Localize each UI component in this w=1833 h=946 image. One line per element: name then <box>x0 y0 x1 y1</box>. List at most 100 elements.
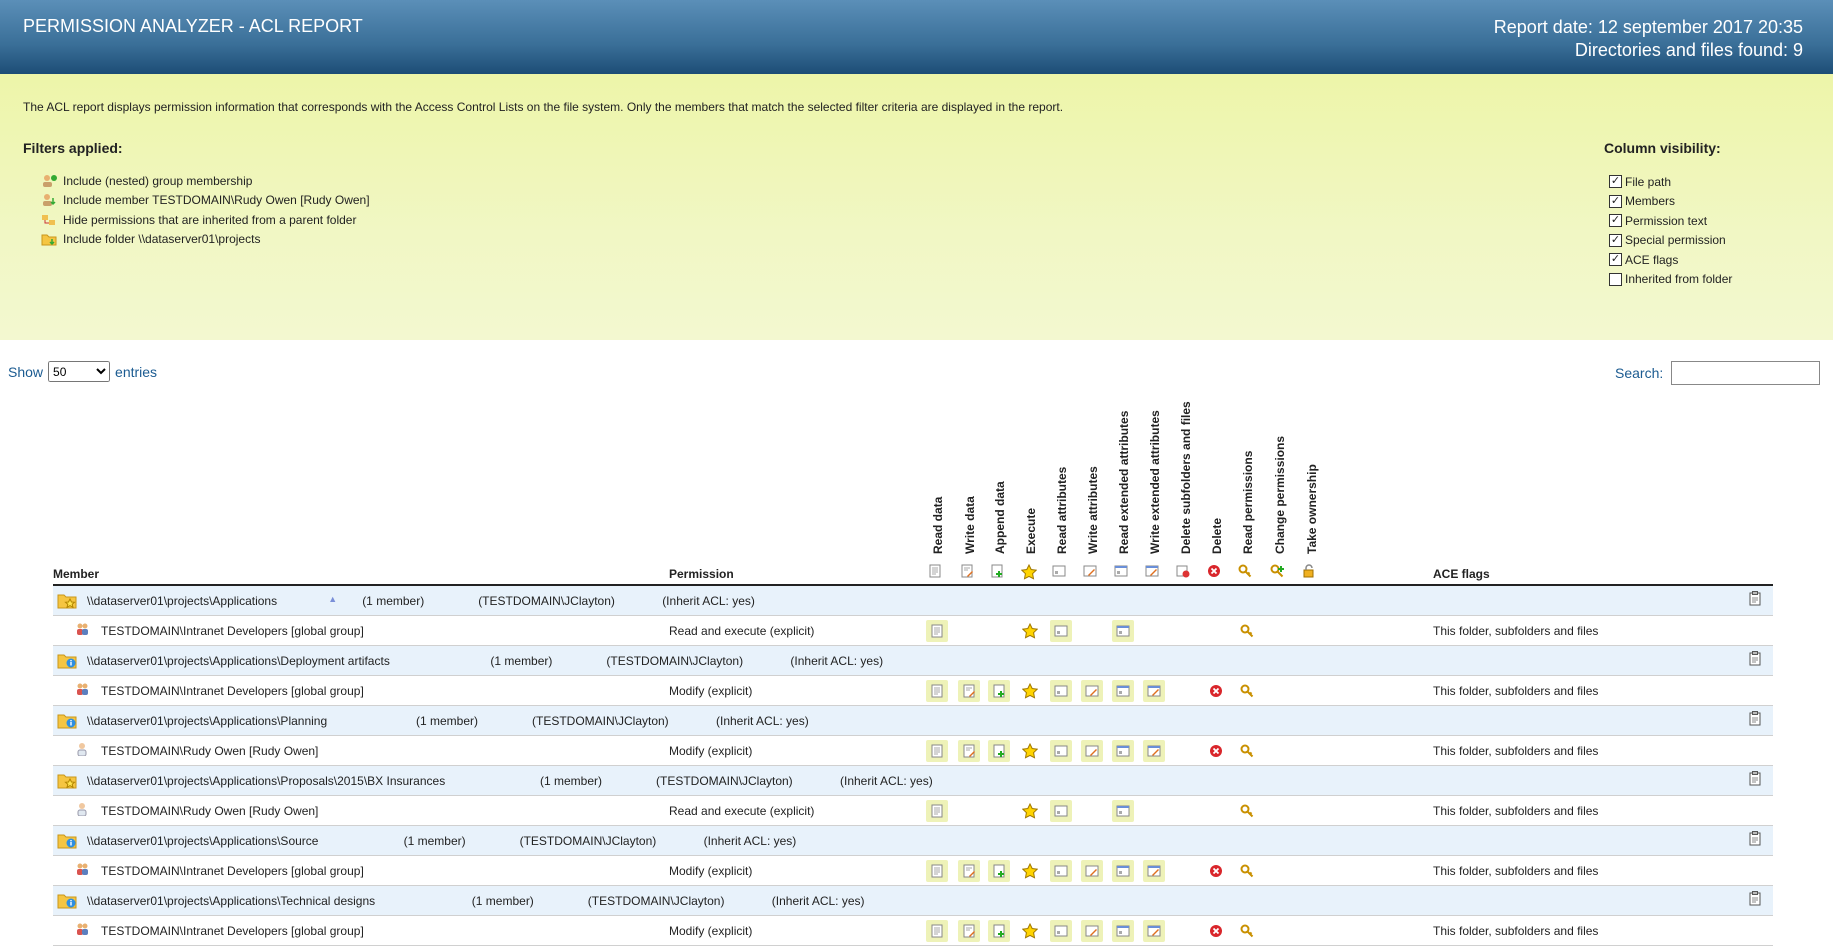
group-icon <box>75 682 89 696</box>
read-permissions-icon <box>1236 680 1258 702</box>
filter-item: Include member TESTDOMAIN\Rudy Owen [Rud… <box>41 191 370 211</box>
member-row[interactable]: TESTDOMAIN\Intranet Developers [global g… <box>53 916 1773 946</box>
folder-owner: (TESTDOMAIN\JClayton) <box>519 834 657 848</box>
write-attributes-icon <box>1081 920 1103 942</box>
table-body: \\dataserver01\projects\Applications ▲ (1 … <box>53 586 1773 946</box>
delete-icon <box>1205 860 1227 882</box>
write-data-icon <box>958 860 980 882</box>
folder-info-icon <box>57 712 77 729</box>
hide-inherited-icon <box>41 213 58 227</box>
folder-path: \\dataserver01\projects\Applications\Pla… <box>87 714 328 728</box>
member-count: (1 member) <box>490 654 553 668</box>
checkbox[interactable]: ✓ <box>1609 214 1622 228</box>
permission-column-header[interactable]: Write attributes <box>1085 394 1100 554</box>
append-data-icon <box>988 740 1010 762</box>
filter-item: Include (nested) group membership <box>41 171 370 191</box>
column-toggle[interactable]: ✓ Special permission <box>1609 231 1732 251</box>
column-toggle[interactable]: ✓ Members <box>1609 192 1732 212</box>
read-extended-attributes-icon <box>1114 564 1128 578</box>
permission-column-header[interactable]: Read data <box>930 394 945 554</box>
inherit-acl: (Inherit ACL: yes) <box>716 714 809 728</box>
permission-column-header[interactable]: Write extended attributes <box>1147 394 1162 554</box>
page-size-select[interactable]: 102550100 <box>48 361 111 382</box>
column-visibility-list: ✓ File path ✓ Members ✓ Permission text ✓ Speci… <box>1609 172 1732 289</box>
ace-flags-column-header[interactable]: ACE flags <box>1433 567 1490 581</box>
column-visibility-title: Column visibility: <box>1604 140 1721 156</box>
write-data-icon <box>958 740 980 762</box>
folder-row[interactable]: \\dataserver01\projects\Applications ▲ (1 … <box>53 586 1773 616</box>
member-row[interactable]: TESTDOMAIN\Intranet Developers [global g… <box>53 616 1773 646</box>
write-data-icon <box>958 920 980 942</box>
include-member-icon <box>41 193 58 207</box>
read-permissions-icon <box>1236 800 1258 822</box>
clipboard-icon[interactable] <box>1749 651 1761 666</box>
report-meta: Report date: 12 september 2017 20:35 Dir… <box>1494 16 1803 62</box>
clipboard-icon[interactable] <box>1749 831 1761 846</box>
column-toggle[interactable]: Inherited from folder <box>1609 270 1732 290</box>
filter-label: Hide permissions that are inherited from… <box>63 212 357 227</box>
delete-subfolders-icon <box>1176 564 1190 578</box>
permission-column-header[interactable]: Execute <box>1023 394 1038 554</box>
checkbox[interactable]: ✓ <box>1609 194 1622 208</box>
folder-path: \\dataserver01\projects\Applications\Tec… <box>87 894 376 908</box>
member-row[interactable]: TESTDOMAIN\Rudy Owen [Rudy Owen] Read and… <box>53 796 1773 826</box>
execute-icon <box>1019 680 1041 702</box>
checkbox[interactable]: ✓ <box>1609 253 1622 267</box>
folder-owner: (TESTDOMAIN\JClayton) <box>656 774 793 788</box>
column-toggle[interactable]: ✓ ACE flags <box>1609 250 1732 270</box>
write-extended-attributes-icon <box>1145 564 1159 578</box>
clipboard-icon[interactable] <box>1749 891 1761 906</box>
clipboard-icon[interactable] <box>1749 711 1761 726</box>
folder-info-icon <box>57 652 77 669</box>
change-permissions-icon <box>1270 564 1284 578</box>
member-row[interactable]: TESTDOMAIN\Rudy Owen [Rudy Owen] Modify (… <box>53 736 1773 766</box>
permission-column-header[interactable]: Append data <box>992 394 1007 554</box>
checkbox[interactable]: ✓ <box>1609 233 1622 247</box>
column-toggle-label: ACE flags <box>1625 252 1679 267</box>
read-data-icon <box>928 564 942 578</box>
write-attributes-icon <box>1081 740 1103 762</box>
permission-column-header[interactable]: Read extended attributes <box>1116 394 1131 554</box>
checkbox[interactable] <box>1609 272 1622 286</box>
read-attributes-icon <box>1050 680 1072 702</box>
ace-flags: This folder, subfolders and files <box>1433 684 1599 698</box>
permission-column-header[interactable]: Read permissions <box>1240 394 1255 554</box>
take-ownership-icon <box>1302 564 1316 578</box>
member-name: TESTDOMAIN\Intranet Developers [global g… <box>101 684 364 698</box>
permission-column-header[interactable]: Change permissions <box>1272 394 1287 554</box>
read-attributes-icon <box>1050 620 1072 642</box>
column-toggle[interactable]: ✓ Permission text <box>1609 211 1732 231</box>
inherit-acl: (Inherit ACL: yes) <box>771 894 865 908</box>
read-data-icon <box>926 800 948 822</box>
member-row[interactable]: TESTDOMAIN\Intranet Developers [global g… <box>53 856 1773 886</box>
clipboard-icon[interactable] <box>1749 771 1761 786</box>
inherit-acl: (Inherit ACL: yes) <box>790 654 884 668</box>
permission-column-header[interactable]: Permission <box>669 567 734 581</box>
permission-column-header[interactable]: Delete <box>1209 394 1224 554</box>
permission-column-header[interactable]: Read attributes <box>1054 394 1069 554</box>
folder-row[interactable]: \\dataserver01\projects\Applications\Dep… <box>53 646 1773 676</box>
folder-row[interactable]: \\dataserver01\projects\Applications\Tec… <box>53 886 1773 916</box>
folder-row[interactable]: \\dataserver01\projects\Applications\Sou… <box>53 826 1773 856</box>
read-attributes-icon <box>1050 740 1072 762</box>
folder-row[interactable]: \\dataserver01\projects\Applications\Pla… <box>53 706 1773 736</box>
member-count: (1 member) <box>416 714 479 728</box>
column-toggle[interactable]: ✓ File path <box>1609 172 1732 192</box>
member-count: (1 member) <box>403 834 466 848</box>
sort-asc-icon[interactable]: ▲ <box>328 594 337 604</box>
permission-column-header[interactable]: Take ownership <box>1304 394 1319 554</box>
delete-icon <box>1205 920 1227 942</box>
folder-row[interactable]: \\dataserver01\projects\Applications\Pro… <box>53 766 1773 796</box>
read-extended-attributes-icon <box>1112 920 1134 942</box>
member-column-header[interactable]: Member <box>53 567 99 581</box>
member-count: (1 member) <box>362 594 425 608</box>
permission-column-header[interactable]: Delete subfolders and files <box>1178 394 1193 554</box>
permission-column-header[interactable]: Write data <box>962 394 977 554</box>
member-row[interactable]: TESTDOMAIN\Intranet Developers [global g… <box>53 676 1773 706</box>
folder-owner: (TESTDOMAIN\JClayton) <box>606 654 744 668</box>
folder-star-icon <box>57 592 77 609</box>
clipboard-icon[interactable] <box>1749 591 1761 606</box>
report-description: The ACL report displays permission infor… <box>23 100 1064 114</box>
search-input[interactable] <box>1671 361 1821 385</box>
checkbox[interactable]: ✓ <box>1609 175 1622 189</box>
